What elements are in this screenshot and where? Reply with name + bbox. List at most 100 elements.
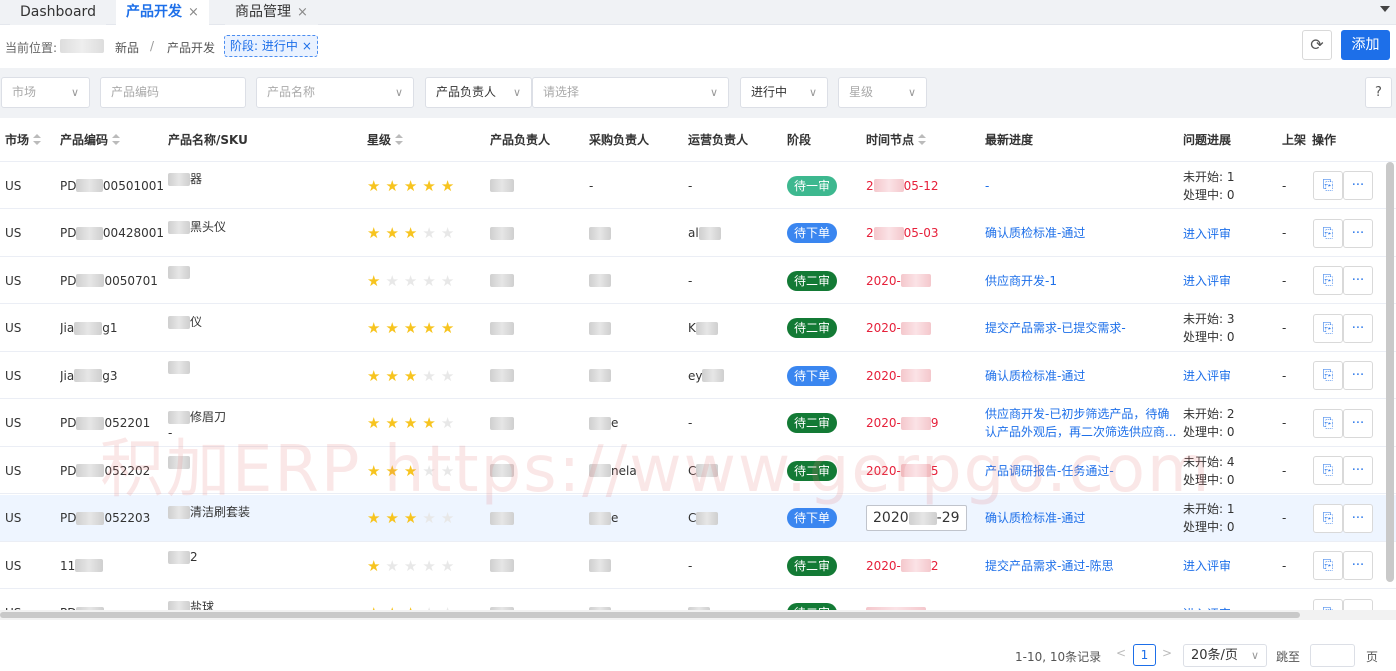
star-icon: ★ bbox=[385, 224, 404, 242]
table-row[interactable]: US PD 00501001 器 ★ ★ ★ ★ ★ - - 待一审 2 05-12- 未开始: 1 处理中:… bbox=[0, 162, 1396, 209]
close-icon[interactable]: × bbox=[188, 5, 199, 20]
close-icon[interactable]: × bbox=[302, 39, 312, 53]
table-row[interactable]: US Jia g1 仪 ★ ★ ★ ★ ★ K 待二审 2020- 提交产品需求-已提交需求- 未开始: … bbox=[0, 304, 1396, 352]
table-row[interactable]: US PD 0050701 ★ ★ ★ ★ ★ - 待二审 2020- 供应商开发-1 进入评审 - ⎘ ··… bbox=[0, 257, 1396, 304]
stage-badge: 待二审 bbox=[787, 555, 838, 576]
table-row[interactable]: US PD盐球 ★★★★★ 待二审 进入评审 ⎘··· bbox=[0, 589, 1396, 610]
enter-review-link[interactable]: 进入评审 bbox=[1183, 272, 1231, 289]
col-market[interactable]: 市场 bbox=[5, 118, 42, 162]
horizontal-scrollbar[interactable] bbox=[0, 610, 1396, 620]
product-code-input[interactable]: 产品编码 bbox=[100, 77, 246, 108]
table-row[interactable]: US 11 2 ★ ★ ★ ★ ★ - 待二审 2020- 2 提交产品需求-通过-陈思 进入评审 - ⎘ ··… bbox=[0, 542, 1396, 589]
more-button[interactable]: ··· bbox=[1343, 456, 1373, 485]
help-button[interactable]: ? bbox=[1365, 77, 1392, 108]
more-button[interactable]: ··· bbox=[1343, 503, 1373, 533]
product-name-select[interactable]: 产品名称 ∨ bbox=[256, 77, 414, 108]
stage-badge: 待二审 bbox=[787, 460, 838, 481]
cell-purchase bbox=[589, 210, 611, 257]
cell-star-rating: ★★★★★ bbox=[367, 447, 459, 494]
more-button[interactable]: ··· bbox=[1343, 361, 1373, 390]
refresh-button[interactable]: ⟳ bbox=[1302, 30, 1332, 60]
pagination: 1-10, 10条记录 < 1 > 20条/页 ∨ 跳至 页 bbox=[0, 620, 1396, 671]
more-button[interactable]: ··· bbox=[1343, 313, 1373, 343]
enter-review-link[interactable]: 进入评审 bbox=[1183, 557, 1231, 574]
review-button[interactable]: ⎘ bbox=[1313, 456, 1343, 485]
table-row[interactable]: US PD 052201 修眉刀 - ★ ★ ★ ★ ★ e - 待二审 2020- 9 供应商开发-已初步筛… bbox=[0, 399, 1396, 447]
sort-icon[interactable] bbox=[112, 133, 121, 146]
tab-goods-management[interactable]: 商品管理 × bbox=[225, 0, 318, 25]
more-button[interactable]: ··· bbox=[1343, 171, 1373, 200]
star-select[interactable]: 星级 ∨ bbox=[838, 77, 927, 108]
page-current[interactable]: 1 bbox=[1133, 644, 1156, 666]
progress-link[interactable]: 确认质检标准-通过 bbox=[985, 367, 1085, 385]
tab-product-dev[interactable]: 产品开发 × bbox=[116, 0, 209, 25]
col-time[interactable]: 时间节点 bbox=[866, 118, 927, 162]
breadcrumb-item-product-dev: 产品开发 bbox=[167, 41, 216, 55]
table-row[interactable]: US Jia g3 ★ ★ ★ ★ ★ ey 待下单 2020- 确认质检标准-通过 进入评审 - ⎘ ··· bbox=[0, 352, 1396, 399]
review-button[interactable]: ⎘ bbox=[1313, 361, 1343, 390]
progress-link[interactable]: - bbox=[985, 177, 989, 195]
tab-dashboard[interactable]: Dashboard bbox=[10, 0, 106, 25]
col-star[interactable]: 星级 bbox=[367, 118, 404, 162]
enter-review-link[interactable]: 进入评审 bbox=[1183, 367, 1231, 384]
cell-market: US bbox=[5, 178, 22, 193]
more-button[interactable]: ··· bbox=[1343, 598, 1373, 610]
chevron-down-icon: ∨ bbox=[1250, 649, 1259, 662]
chevron-right-icon[interactable]: > bbox=[1162, 646, 1172, 660]
review-button[interactable]: ⎘ bbox=[1313, 218, 1343, 248]
star-icon: ★ bbox=[403, 509, 423, 527]
progress-link[interactable]: 供应商开发-1 bbox=[985, 272, 1057, 290]
owner-type-select[interactable]: 产品负责人 ∨ bbox=[425, 77, 532, 108]
chevron-left-icon[interactable]: < bbox=[1116, 646, 1126, 660]
star-icon: ★ bbox=[440, 271, 460, 290]
more-button[interactable]: ··· bbox=[1343, 266, 1373, 295]
cell-market: US bbox=[5, 511, 22, 525]
table-row[interactable]: US PD 052202 ★ ★ ★ ★ ★ nela C 待二审 2020- 5 产品调研报告-任务通过… bbox=[0, 447, 1396, 494]
owner-select[interactable]: 请选择 ∨ bbox=[532, 77, 729, 108]
review-button[interactable]: ⎘ bbox=[1313, 503, 1343, 533]
sort-icon[interactable] bbox=[395, 133, 404, 146]
stage-select[interactable]: 进行中 ∨ bbox=[740, 77, 828, 108]
review-button[interactable]: ⎘ bbox=[1313, 551, 1343, 580]
cell-time: 2020- 5 bbox=[866, 463, 939, 478]
more-button[interactable]: ··· bbox=[1343, 218, 1373, 248]
vertical-scrollbar[interactable] bbox=[1386, 162, 1394, 582]
sort-icon[interactable] bbox=[33, 133, 42, 146]
table-row[interactable]: US PD 00428001 黑头仪 ★ ★ ★ ★ ★ al 待下单 2 05-03 确认质检标准-通过… bbox=[0, 209, 1396, 257]
col-name: 产品名称/SKU bbox=[168, 133, 248, 147]
progress-link[interactable]: 提交产品需求-通过-陈思 bbox=[985, 557, 1114, 575]
review-button[interactable]: ⎘ bbox=[1313, 598, 1343, 610]
col-stage: 阶段 bbox=[787, 133, 812, 147]
tabs-dropdown-icon[interactable] bbox=[1380, 6, 1390, 12]
review-button[interactable]: ⎘ bbox=[1313, 313, 1343, 343]
more-button[interactable]: ··· bbox=[1343, 408, 1373, 438]
progress-link[interactable]: 供应商开发-已初步筛选产品，待确认产品外观后，再二次筛选供应商... bbox=[985, 405, 1177, 441]
chevron-down-icon: ∨ bbox=[394, 86, 403, 99]
page-size-select[interactable]: 20条/页 ∨ bbox=[1183, 644, 1267, 667]
cell-issue: 进入评审 bbox=[1183, 210, 1278, 257]
review-button[interactable]: ⎘ bbox=[1313, 266, 1343, 295]
close-icon[interactable]: × bbox=[297, 5, 308, 20]
progress-link[interactable]: 确认质检标准-通过 bbox=[985, 224, 1085, 242]
market-select[interactable]: 市场 ∨ bbox=[1, 77, 90, 108]
progress-link[interactable]: 提交产品需求-已提交需求- bbox=[985, 319, 1126, 337]
cell-progress: 供应商开发-1 bbox=[985, 257, 1177, 304]
scrollbar-thumb[interactable] bbox=[0, 612, 1300, 618]
enter-review-link[interactable]: 进入评审 bbox=[1183, 225, 1231, 242]
date-picker-input[interactable]: 2020 -29 bbox=[866, 505, 967, 531]
progress-link[interactable]: 产品调研报告-任务通过- bbox=[985, 462, 1114, 480]
add-button[interactable]: 添加 bbox=[1341, 30, 1390, 60]
more-button[interactable]: ··· bbox=[1343, 551, 1373, 580]
progress-link[interactable]: 确认质检标准-通过 bbox=[985, 509, 1085, 527]
table-row[interactable]: US PD 052203 清洁刷套装 ★ ★ ★ ★ ★ e C 待下单 2020 -29 确认质检标准-通… bbox=[0, 494, 1396, 542]
cell-market: US bbox=[5, 226, 22, 240]
filter-chip[interactable]: 阶段: 进行中 × bbox=[224, 35, 318, 57]
review-button[interactable]: ⎘ bbox=[1313, 171, 1343, 200]
col-code[interactable]: 产品编码 bbox=[60, 118, 121, 162]
sort-icon[interactable] bbox=[918, 133, 927, 146]
jump-page-input[interactable] bbox=[1310, 644, 1355, 667]
review-button[interactable]: ⎘ bbox=[1313, 408, 1343, 438]
stage-badge: 待二审 bbox=[787, 413, 838, 433]
cell-code: Jia g3 bbox=[60, 368, 118, 383]
breadcrumb-item-new[interactable]: 新品 bbox=[115, 39, 139, 56]
